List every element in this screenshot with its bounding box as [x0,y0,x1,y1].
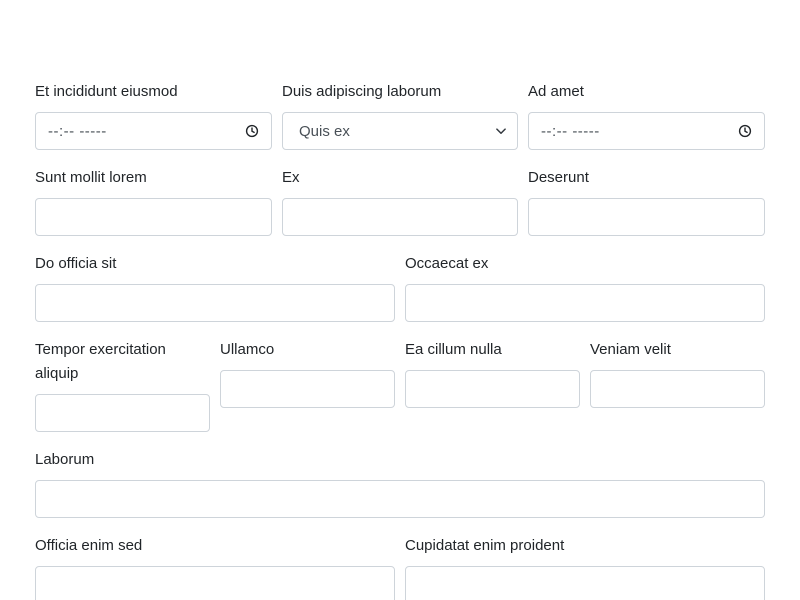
text-input[interactable] [590,370,765,408]
field-ea-cillum-nulla: Ea cillum nulla [405,338,580,408]
time-input[interactable]: --:-- ----- [528,112,765,150]
text-input[interactable] [405,284,765,322]
chevron-down-icon [496,128,506,134]
field-ullamco: Ullamco [220,338,395,408]
field-label-line1: Tempor exercitation [35,341,166,358]
time-input-value: --:-- ----- [48,122,107,140]
field-label: Ea cillum nulla [405,341,502,358]
field-tempor-exercitation-aliquip: Tempor exercitation aliquip [35,338,210,432]
text-input[interactable] [35,566,395,600]
field-laborum: Laborum [35,448,765,518]
field-occaecat-ex: Occaecat ex [405,252,765,322]
time-input-value: --:-- ----- [541,122,600,140]
field-label: Officia enim sed [35,537,143,554]
field-label: Do officia sit [35,255,117,272]
field-duis-adipiscing-laborum: Duis adipiscing laborum Quis ex [282,80,518,150]
form: Et incididunt eiusmod --:-- ----- Duis a… [0,0,800,600]
field-label: Sunt mollit lorem [35,169,147,186]
field-sunt-mollit-lorem: Sunt mollit lorem [35,166,272,236]
field-label: Ad amet [528,83,584,100]
text-input[interactable] [35,284,395,322]
text-input[interactable] [282,198,518,236]
field-label: Duis adipiscing laborum [282,83,442,100]
field-label: Cupidatat enim proident [405,537,565,554]
field-label-line2: aliquip [35,365,79,382]
text-input[interactable] [405,370,580,408]
field-label: Deserunt [528,169,589,186]
field-ad-amet: Ad amet --:-- ----- [528,80,765,150]
field-officia-enim-sed: Officia enim sed [35,534,395,600]
field-do-officia-sit: Do officia sit [35,252,395,322]
text-input[interactable] [405,566,765,600]
field-deserunt: Deserunt [528,166,765,236]
select-value: Quis ex [299,122,350,140]
field-label: Ex [282,169,300,186]
text-input[interactable] [35,198,272,236]
field-cupidatat-enim-proident: Cupidatat enim proident [405,534,765,600]
field-veniam-velit: Veniam velit [590,338,765,408]
text-input[interactable] [35,480,765,518]
field-label: Veniam velit [590,341,671,358]
field-label: Occaecat ex [405,255,489,272]
text-input[interactable] [528,198,765,236]
field-label: Laborum [35,451,95,468]
text-input[interactable] [35,394,210,432]
field-label: Ullamco [220,341,275,358]
field-label: Et incididunt eiusmod [35,83,178,100]
time-input[interactable]: --:-- ----- [35,112,272,150]
clock-icon[interactable] [738,124,752,138]
text-input[interactable] [220,370,395,408]
field-ex: Ex [282,166,518,236]
field-et-incididunt-eiusmod: Et incididunt eiusmod --:-- ----- [35,80,272,150]
clock-icon[interactable] [245,124,259,138]
select-dropdown[interactable]: Quis ex [282,112,518,150]
